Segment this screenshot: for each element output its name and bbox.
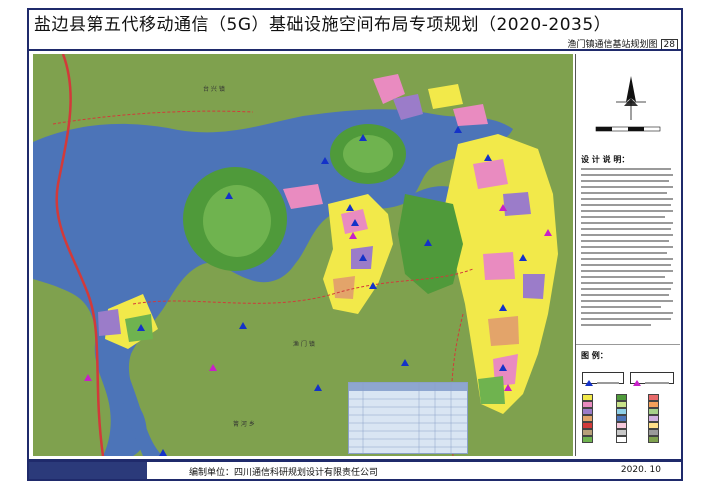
base-station-icon [585,380,619,386]
base-station-icon [159,449,167,456]
legend-swatch [648,401,659,408]
legend-swatch [648,422,659,429]
legend-swatch [616,394,627,401]
legend-title: 图 例： [581,351,608,360]
map-canvas [33,54,558,456]
legend-swatch [648,408,659,415]
side-panel: 设 计 说 明： 图 例： [575,54,680,456]
planning-map: 台 兴 镇 渔 门 镇 箐 河 乡 [33,54,573,456]
panel-divider [576,344,680,345]
statistics-table-grid [349,383,467,453]
town-central-orange [333,276,355,299]
legend-swatch [648,415,659,422]
legend-swatch [616,429,627,436]
statistics-table [348,382,468,454]
town-east-orange [488,316,519,346]
island-west-core [203,185,271,257]
footer-date: 2020. 10 [620,465,661,475]
town-east-green [478,376,505,404]
legend-swatch [582,429,593,436]
legend-existing-box [582,372,624,386]
legend-swatch [616,408,627,415]
base-station-icon [239,322,247,329]
zone-north4 [453,104,488,126]
base-station-icon [209,364,217,371]
town-east-purple2 [523,274,545,299]
footer-org: 编制单位：四川通信科研规划设计有限责任公司 [189,468,379,478]
island-north-core [343,135,393,173]
legend-swatch [582,415,593,422]
legend-swatch [582,394,593,401]
town-east-pink1 [473,159,508,189]
legend-swatch [616,415,627,422]
legend-swatch [616,422,627,429]
base-station-icon [314,384,322,391]
map-label-yumen: 渔 门 镇 [293,341,315,348]
page-title: 盐边县第五代移动通信（5G）基础设施空间布局专项规划（2020-2035） [34,15,612,35]
town-east-purple1 [503,192,531,216]
base-station-icon [84,374,92,381]
base-station-icon [401,359,409,366]
zone-southwest-purple [98,309,121,336]
town-east-pink2 [483,252,515,280]
legend-swatch [616,436,627,443]
zone-north3 [428,84,463,109]
legend-swatch [648,429,659,436]
legend-swatch [648,436,659,443]
base-station-icon [633,380,669,386]
legend-swatch [582,436,593,443]
legend-swatch [582,401,593,408]
legend-swatch [616,401,627,408]
road-county [52,110,254,125]
legend-swatch [582,422,593,429]
notes-title: 设 计 说 明： [581,155,630,164]
legend-swatch [582,408,593,415]
map-label-qinghe: 箐 河 乡 [233,421,255,428]
legend-swatch [648,394,659,401]
map-label-taixing: 台 兴 镇 [203,86,225,93]
legend-planned-box [630,372,674,386]
footer-bar: 编制单位：四川通信科研规划设计有限责任公司 2020. 10 [27,461,683,481]
map-sheet: 盐边县第五代移动通信（5G）基础设施空间布局专项规划（2020-2035） 渔门… [0,0,708,501]
scale-bar-icon [595,126,661,132]
footer-accent [29,462,147,479]
